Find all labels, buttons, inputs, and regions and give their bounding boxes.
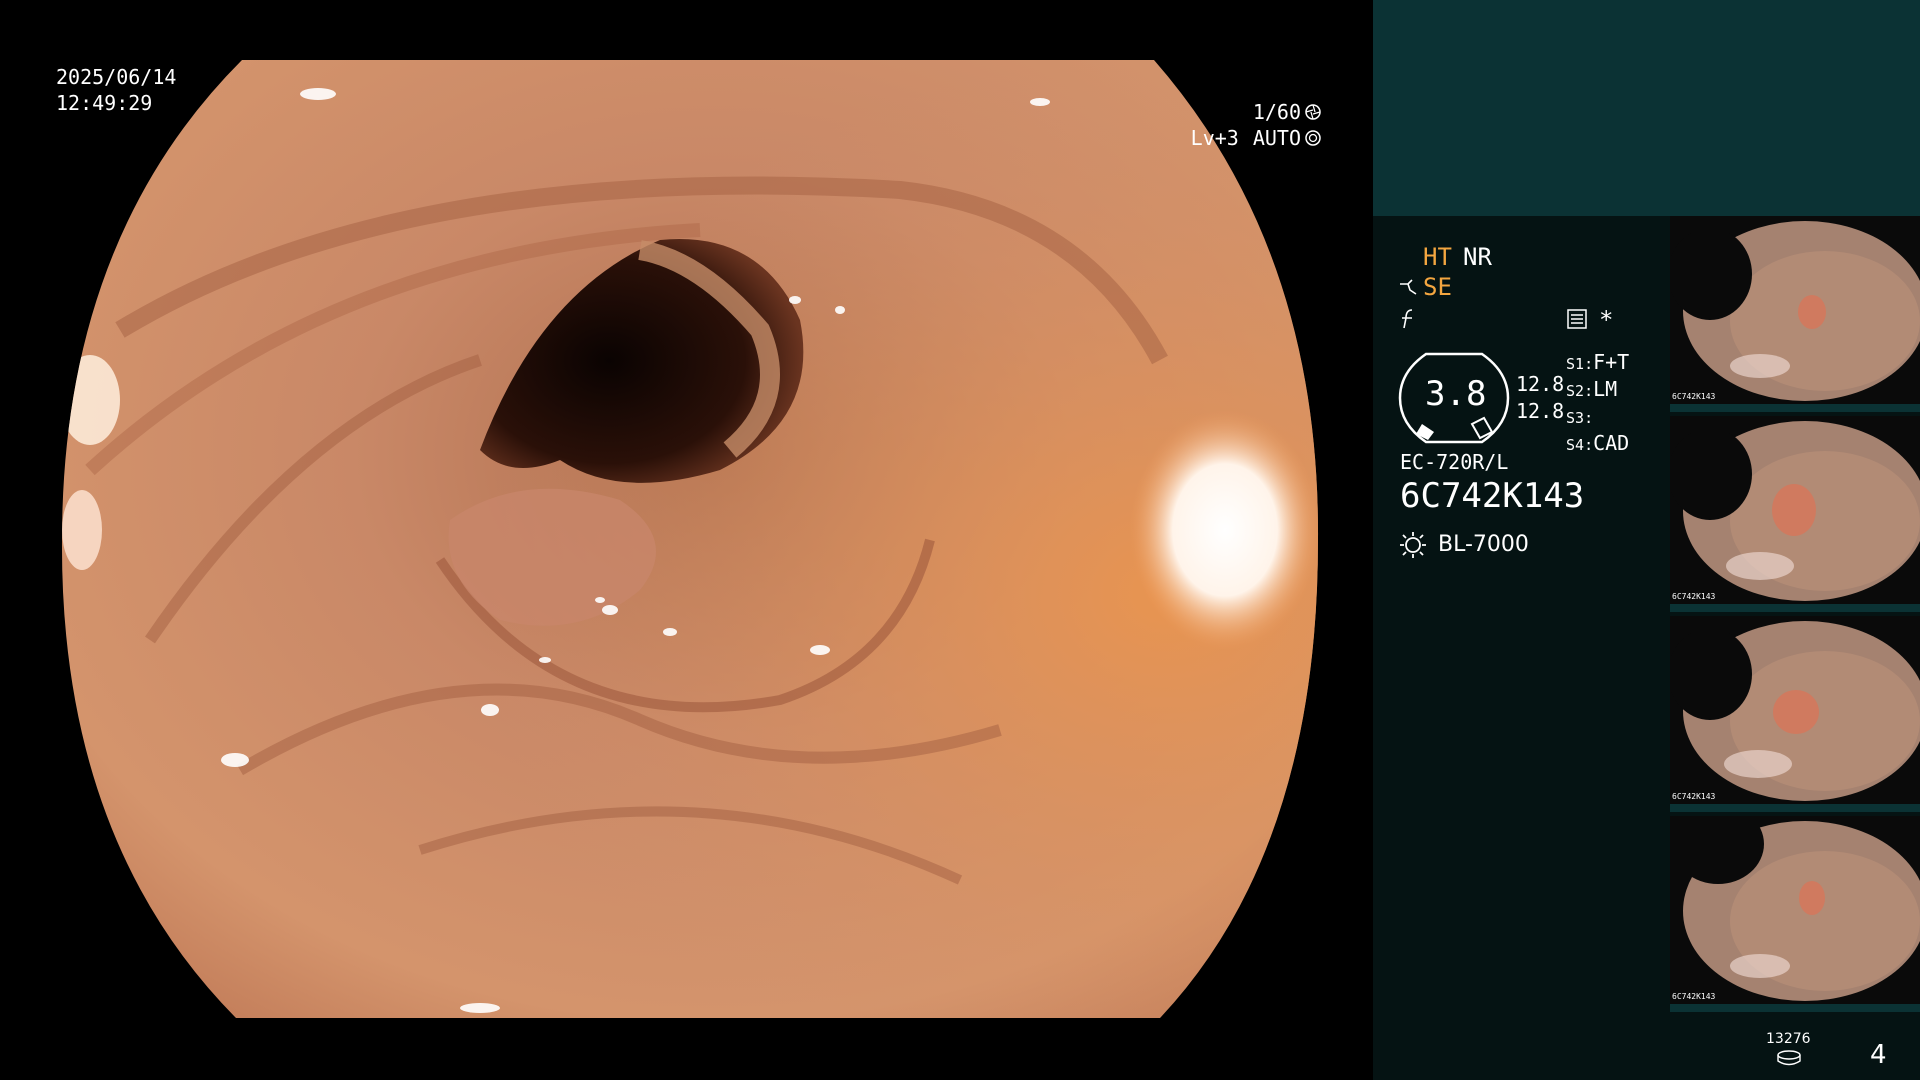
switch-row: S2:LM [1566, 377, 1618, 401]
ht-indicator: HT [1423, 243, 1452, 271]
f-hook-icon [1402, 309, 1413, 329]
gauge-bottom-value: 12.8 [1516, 399, 1565, 423]
processor-status: HT NR SE * 3.8 12.8 12.8 S1:F+T S2:LM S3… [1373, 216, 1673, 1080]
thumbnail-label: 6C742K143 [1672, 592, 1716, 601]
thumbnail[interactable]: 6C742K143 [1670, 216, 1920, 412]
light-source-icon [1400, 532, 1426, 558]
switch-row: S3: [1566, 409, 1594, 427]
datetime-overlay: 2025/06/14 12:49:29 [56, 64, 176, 116]
exposure-overlay: 1/60 Lv+3 AUTO [1053, 99, 1373, 151]
gauge-top-value: 12.8 [1516, 372, 1565, 396]
thumbnail-label: 6C742K143 [1672, 392, 1716, 401]
exposure-level: Lv+3 [1190, 126, 1239, 150]
settings-list-icon [1567, 309, 1587, 329]
storage-count: 13276 [1766, 1031, 1811, 1047]
se-indicator: SE [1423, 273, 1452, 301]
scope-model: EC-720R/L [1400, 450, 1509, 474]
thumbnail-image [1670, 216, 1920, 412]
exposure-mode: AUTO [1252, 126, 1301, 150]
panel-header-area [1373, 0, 1920, 216]
gauge-value: 3.8 [1425, 374, 1487, 414]
asterisk-indicator: * [1599, 306, 1614, 334]
time-text: 12:49:29 [56, 91, 153, 115]
scope-tip-icon [1400, 279, 1417, 295]
thumbnail-image [1670, 416, 1920, 612]
thumbnail[interactable]: 6C742K143 [1670, 816, 1920, 1012]
shutter-speed: 1/60 [1252, 100, 1301, 124]
endoscope-live-view: 2025/06/14 12:49:29 1/60 Lv+3 AUTO [0, 0, 1373, 1080]
date-text: 2025/06/14 [56, 65, 177, 89]
light-source-model: BL-7000 [1438, 532, 1529, 557]
colon-lumen-image [61, 60, 1319, 1018]
switch-assignments: S1:F+T S2:LM S3: S4:CAD [1566, 350, 1629, 458]
thumbnail-image [1670, 816, 1920, 1012]
thumbnail-label: 6C742K143 [1672, 992, 1716, 1001]
switch-row: S1:F+T [1566, 350, 1630, 374]
aperture-icon [1305, 104, 1321, 120]
nr-indicator: NR [1463, 243, 1492, 271]
image-count: 4 [1870, 1040, 1887, 1070]
thumbnail-image [1670, 616, 1920, 812]
info-panel: HT NR SE * 3.8 12.8 12.8 S1:F+T S2:LM S3… [1373, 0, 1920, 1080]
iris-icon [1305, 130, 1321, 146]
thumbnail[interactable]: 6C742K143 [1670, 416, 1920, 612]
scope-serial: 6C742K143 [1400, 476, 1585, 516]
storage-disk-icon [1777, 1050, 1801, 1066]
switch-row: S4:CAD [1566, 431, 1630, 455]
thumbnail-label: 6C742K143 [1672, 792, 1716, 801]
thumbnail[interactable]: 6C742K143 [1670, 616, 1920, 812]
